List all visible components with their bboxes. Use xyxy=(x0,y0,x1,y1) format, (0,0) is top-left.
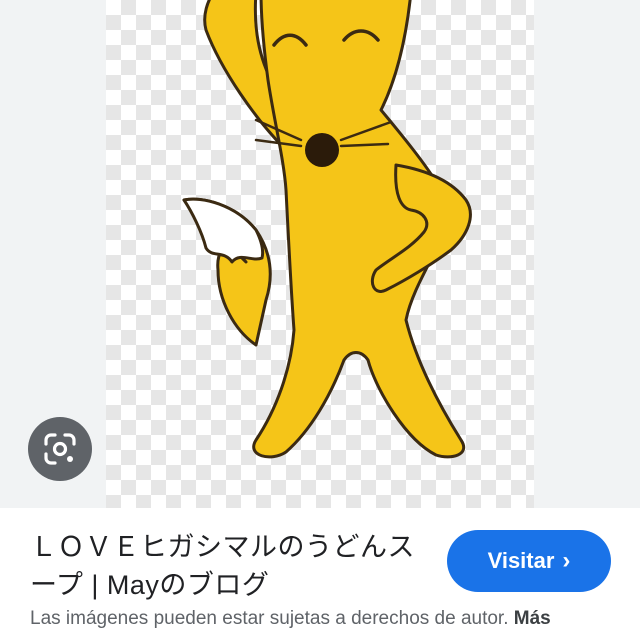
result-image[interactable] xyxy=(106,0,534,508)
copyright-notice-text: Las imágenes pueden estar sujetas a dere… xyxy=(30,608,509,629)
visit-button[interactable]: Visitar › xyxy=(447,530,611,592)
more-link[interactable]: Más xyxy=(514,608,551,629)
chevron-right-icon: › xyxy=(562,547,571,574)
result-title[interactable]: ＬＯＶＥヒガシマルのうどんスープ | Mayのブログ xyxy=(30,528,430,604)
copyright-notice: Las imágenes pueden estar sujetas a dere… xyxy=(30,608,630,630)
image-viewer xyxy=(0,0,640,508)
fox-nose xyxy=(305,133,339,167)
fox-tail-tip xyxy=(182,197,265,264)
google-lens-icon xyxy=(44,433,76,465)
visit-button-label: Visitar xyxy=(487,548,555,573)
google-lens-button[interactable] xyxy=(28,417,92,481)
fox-illustration xyxy=(182,0,472,459)
